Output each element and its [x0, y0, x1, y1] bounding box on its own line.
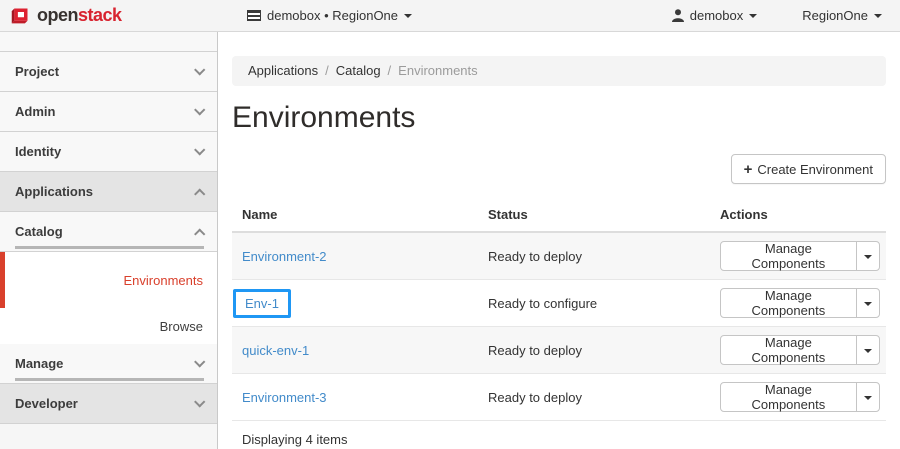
- manage-components-button[interactable]: Manage Components: [720, 288, 857, 318]
- divider-rule: [15, 246, 204, 249]
- actions-dropdown-toggle[interactable]: [856, 335, 880, 365]
- table-row: Environment-3 Ready to deploy Manage Com…: [232, 374, 886, 421]
- environment-link[interactable]: Environment-2: [242, 249, 327, 264]
- breadcrumb-item-applications[interactable]: Applications: [248, 63, 318, 78]
- sidebar-item-label: Applications: [15, 184, 93, 199]
- column-header-actions: Actions: [710, 196, 886, 232]
- domain-list-icon: [247, 10, 261, 21]
- sidebar-item-admin[interactable]: Admin: [0, 92, 217, 132]
- divider-rule: [15, 378, 204, 381]
- sidebar-item-developer[interactable]: Developer: [0, 384, 217, 424]
- openstack-cube-icon: [10, 5, 31, 26]
- chevron-up-icon: [194, 188, 205, 199]
- sidebar-item-label: Manage: [15, 356, 63, 371]
- status-text: Ready to deploy: [478, 232, 710, 280]
- column-header-name: Name: [232, 196, 478, 232]
- chevron-down-icon: [194, 144, 205, 155]
- brand-text: openstack: [37, 5, 122, 26]
- breadcrumb-separator: /: [325, 63, 329, 78]
- sidebar-item-catalog[interactable]: Catalog: [0, 212, 217, 252]
- breadcrumb: Applications / Catalog / Environments: [232, 56, 886, 86]
- sidebar-item-label: Catalog: [15, 224, 63, 239]
- page-title: Environments: [232, 101, 886, 135]
- sidebar-item-label: Identity: [15, 144, 61, 159]
- plus-icon: [744, 162, 753, 177]
- actions-dropdown-toggle[interactable]: [856, 241, 880, 271]
- caret-down-icon: [749, 14, 757, 18]
- actions-dropdown-toggle[interactable]: [856, 288, 880, 318]
- actions-dropdown-toggle[interactable]: [856, 382, 880, 412]
- sidebar-item-environments[interactable]: Environments: [0, 252, 217, 308]
- row-actions: Manage Components: [720, 335, 880, 365]
- table-actions-row: Create Environment: [232, 154, 886, 184]
- sidebar: Project Admin Identity Applications Cata…: [0, 32, 218, 449]
- breadcrumb-item-catalog[interactable]: Catalog: [336, 63, 381, 78]
- sidebar-item-project[interactable]: Project: [0, 52, 217, 92]
- caret-down-icon: [864, 396, 872, 400]
- sidebar-item-browse[interactable]: Browse: [0, 308, 217, 344]
- chevron-down-icon: [194, 64, 205, 75]
- create-environment-label: Create Environment: [757, 162, 873, 177]
- sidebar-item-applications[interactable]: Applications: [0, 172, 217, 212]
- table-footer: Displaying 4 items: [232, 421, 886, 449]
- row-actions: Manage Components: [720, 382, 880, 412]
- breadcrumb-separator: /: [388, 63, 392, 78]
- sidebar-item-label: Environments: [124, 273, 203, 288]
- chevron-down-icon: [194, 396, 205, 407]
- chevron-up-icon: [194, 228, 205, 239]
- table-body: Environment-2 Ready to deploy Manage Com…: [232, 232, 886, 421]
- region-menu-label: RegionOne: [802, 8, 868, 23]
- manage-components-button[interactable]: Manage Components: [720, 382, 857, 412]
- sidebar-item-label: Browse: [160, 319, 203, 334]
- row-actions: Manage Components: [720, 288, 880, 318]
- manage-components-button[interactable]: Manage Components: [720, 335, 857, 365]
- user-menu-label: demobox: [690, 8, 743, 23]
- chevron-down-icon: [194, 356, 205, 367]
- row-actions: Manage Components: [720, 241, 880, 271]
- status-text: Ready to configure: [478, 280, 710, 327]
- sidebar-item-label: Developer: [15, 396, 78, 411]
- topbar: openstack demobox • RegionOne demobox Re…: [0, 0, 900, 32]
- main-content: Applications / Catalog / Environments Enviro…: [218, 32, 900, 449]
- table-row: Environment-2 Ready to deploy Manage Com…: [232, 232, 886, 280]
- user-menu[interactable]: demobox: [672, 8, 757, 23]
- breadcrumb-item-environments: Environments: [398, 63, 477, 78]
- sidebar-filler: [0, 424, 217, 449]
- context-label: demobox • RegionOne: [267, 8, 398, 23]
- status-text: Ready to deploy: [478, 374, 710, 421]
- caret-down-icon: [864, 349, 872, 353]
- environment-link[interactable]: Environment-3: [242, 390, 327, 405]
- highlight-box: Env-1: [233, 289, 291, 318]
- sidebar-item-label: Project: [15, 64, 59, 79]
- table-header-row: Name Status Actions: [232, 196, 886, 232]
- sidebar-partial-item: [0, 32, 217, 52]
- caret-down-icon: [874, 14, 882, 18]
- sidebar-item-manage[interactable]: Manage: [0, 344, 217, 384]
- chevron-down-icon: [194, 104, 205, 115]
- sidebar-item-label: Admin: [15, 104, 55, 119]
- caret-down-icon: [404, 14, 412, 18]
- caret-down-icon: [864, 302, 872, 306]
- column-header-status: Status: [478, 196, 710, 232]
- environment-link[interactable]: quick-env-1: [242, 343, 309, 358]
- project-region-switcher[interactable]: demobox • RegionOne: [247, 8, 412, 23]
- table-row: Env-1 Ready to configure Manage Componen…: [232, 280, 886, 327]
- sidebar-item-identity[interactable]: Identity: [0, 132, 217, 172]
- openstack-logo: openstack: [0, 5, 217, 26]
- environments-table: Name Status Actions Environment-2 Ready …: [232, 196, 886, 421]
- status-text: Ready to deploy: [478, 327, 710, 374]
- create-environment-button[interactable]: Create Environment: [731, 154, 886, 184]
- caret-down-icon: [864, 255, 872, 259]
- region-menu[interactable]: RegionOne: [802, 8, 882, 23]
- manage-components-button[interactable]: Manage Components: [720, 241, 857, 271]
- table-row: quick-env-1 Ready to deploy Manage Compo…: [232, 327, 886, 374]
- environment-link[interactable]: Env-1: [245, 296, 279, 311]
- user-icon: [672, 9, 684, 22]
